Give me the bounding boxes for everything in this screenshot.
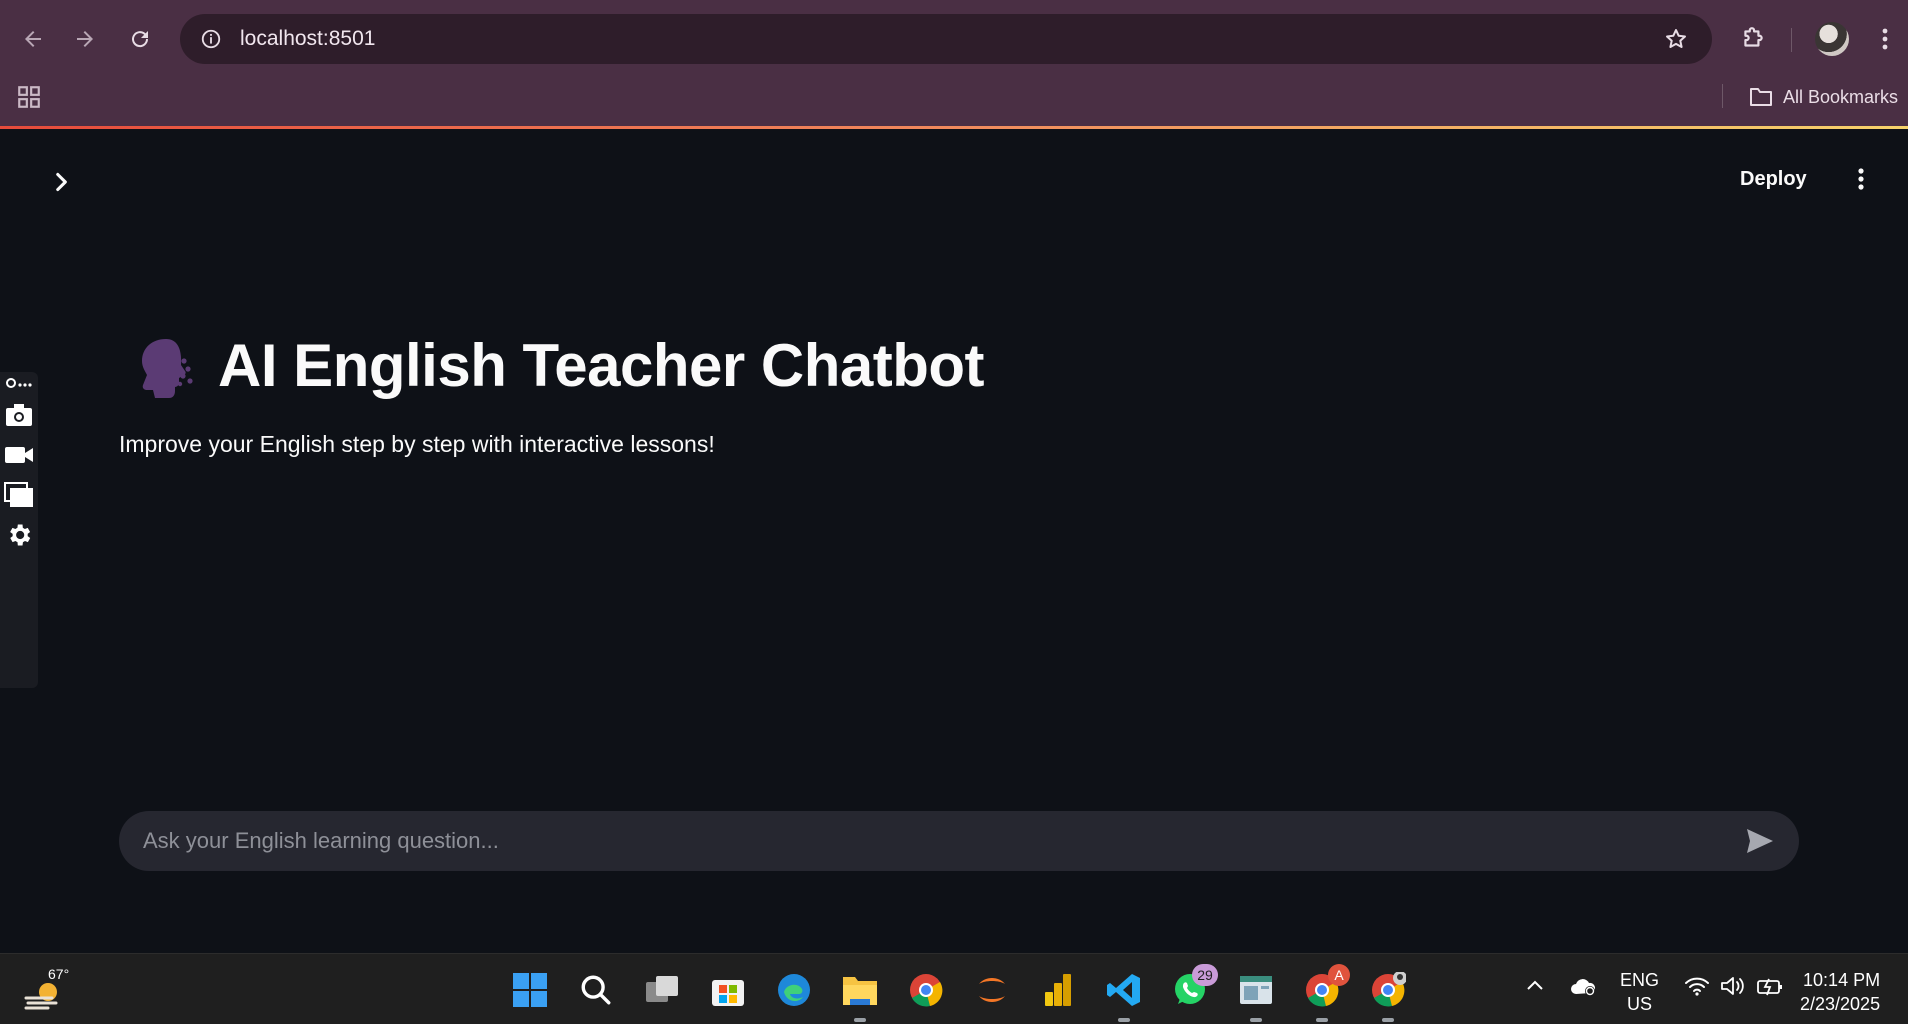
reload-icon bbox=[132, 31, 149, 48]
deploy-button[interactable]: Deploy bbox=[1740, 161, 1807, 197]
wifi-icon bbox=[1685, 977, 1709, 996]
chrome-profile-a-button[interactable]: A bbox=[1300, 964, 1350, 1022]
profile-avatar[interactable] bbox=[1815, 22, 1849, 56]
language-code: ENG bbox=[1620, 970, 1660, 990]
start-button[interactable] bbox=[508, 968, 552, 1012]
browser-menu-button[interactable] bbox=[1866, 20, 1904, 58]
all-bookmarks-button[interactable]: All Bookmarks bbox=[1749, 82, 1898, 112]
system-clock[interactable]: 10:14 PM 2/23/2025 bbox=[1800, 968, 1880, 1016]
all-bookmarks-label: All Bookmarks bbox=[1782, 86, 1898, 107]
volume-button[interactable] bbox=[1720, 976, 1746, 1001]
vscode-button[interactable] bbox=[1102, 968, 1146, 1022]
send-button[interactable] bbox=[1745, 827, 1775, 855]
windows-logo-icon bbox=[513, 973, 547, 1007]
send-icon bbox=[1747, 829, 1773, 853]
address-bar[interactable]: localhost:8501 bbox=[180, 14, 1712, 64]
battery-charging-icon bbox=[1757, 978, 1782, 996]
streamlit-app: Deploy AI English Teacher Chatbot Improv… bbox=[0, 129, 1908, 953]
weather-icon bbox=[24, 983, 58, 1010]
back-button[interactable] bbox=[14, 20, 52, 58]
show-hidden-icons-button[interactable] bbox=[1526, 976, 1544, 997]
chat-input[interactable] bbox=[143, 828, 1703, 854]
jupyter-icon bbox=[979, 978, 1005, 1002]
sidebar-expand-button[interactable] bbox=[48, 169, 74, 195]
forward-arrow-icon bbox=[77, 31, 93, 47]
chrome-icon bbox=[910, 974, 943, 1007]
power-bi-button[interactable] bbox=[1036, 968, 1080, 1012]
chevron-right-icon bbox=[56, 172, 67, 192]
running-indicator bbox=[854, 1018, 866, 1022]
clock-time: 10:14 PM bbox=[1803, 970, 1881, 990]
chrome-button[interactable] bbox=[904, 968, 948, 1012]
edge-icon bbox=[778, 974, 810, 1006]
search-button[interactable] bbox=[574, 968, 618, 1012]
window-app-icon bbox=[1240, 976, 1272, 1004]
microsoft-store-button[interactable] bbox=[706, 968, 750, 1012]
search-icon bbox=[581, 975, 611, 1005]
app-window-button[interactable] bbox=[1234, 968, 1278, 1022]
notification-badge: 29 bbox=[1192, 964, 1218, 986]
battery-button[interactable] bbox=[1756, 976, 1784, 1001]
store-icon bbox=[712, 980, 744, 1006]
chat-input-container bbox=[119, 811, 1799, 871]
apps-grid-icon[interactable] bbox=[16, 84, 42, 110]
task-view-icon bbox=[646, 976, 678, 1002]
bookmarks-divider bbox=[1722, 84, 1723, 108]
kebab-menu-icon bbox=[1858, 168, 1864, 190]
chrome-icon bbox=[1372, 972, 1406, 1007]
weather-widget[interactable]: 67° bbox=[24, 966, 84, 1016]
camera-icon[interactable] bbox=[4, 400, 34, 430]
bookmarks-bar bbox=[0, 78, 1908, 126]
window-capture-icon[interactable] bbox=[4, 480, 34, 510]
page-title: AI English Teacher Chatbot bbox=[218, 331, 984, 399]
page-subtitle: Improve your English step by step with i… bbox=[119, 431, 715, 457]
power-bi-icon bbox=[1045, 974, 1071, 1006]
url-text[interactable]: localhost:8501 bbox=[240, 27, 375, 51]
whatsapp-button[interactable]: 29 bbox=[1168, 964, 1218, 1012]
screen-recorder-widget bbox=[0, 372, 38, 688]
bookmark-star-icon[interactable] bbox=[1664, 27, 1688, 56]
video-camera-icon[interactable] bbox=[4, 440, 34, 470]
task-view-button[interactable] bbox=[640, 968, 684, 1012]
folder-icon bbox=[1749, 88, 1772, 106]
browser-toolbar: localhost:8501 bbox=[0, 0, 1908, 78]
vscode-icon bbox=[1107, 974, 1140, 1006]
windows-taskbar: 67° 29 A ENG US 10:14 PM 2/23/2025 bbox=[0, 953, 1908, 1024]
file-explorer-button[interactable] bbox=[838, 968, 882, 1022]
site-info-icon[interactable] bbox=[194, 22, 228, 56]
puzzle-icon bbox=[1744, 27, 1763, 47]
back-arrow-icon bbox=[25, 31, 41, 47]
reload-button[interactable] bbox=[121, 20, 159, 58]
running-indicator bbox=[1316, 1018, 1328, 1022]
onedrive-button[interactable] bbox=[1570, 976, 1598, 1003]
extensions-button[interactable] bbox=[1734, 20, 1772, 58]
kebab-menu-icon bbox=[1882, 28, 1888, 50]
weather-temperature: 67° bbox=[48, 966, 70, 982]
app-menu-button[interactable] bbox=[1848, 161, 1874, 197]
profile-badge: A bbox=[1328, 964, 1350, 986]
language-indicator[interactable]: ENG US bbox=[1620, 968, 1659, 1016]
edge-button[interactable] bbox=[772, 968, 816, 1012]
toolbar-divider bbox=[1791, 28, 1792, 52]
network-button[interactable] bbox=[1684, 976, 1710, 1001]
chevron-up-icon bbox=[1527, 980, 1543, 990]
browser-chrome: localhost:8501 All Bookmarks bbox=[0, 0, 1908, 129]
chrome-profile-photo-button[interactable] bbox=[1366, 968, 1410, 1022]
running-indicator bbox=[1382, 1018, 1394, 1022]
running-indicator bbox=[1118, 1018, 1130, 1022]
link-more-icon[interactable] bbox=[4, 372, 34, 394]
jupyter-button[interactable] bbox=[970, 968, 1014, 1012]
forward-button[interactable] bbox=[66, 20, 104, 58]
settings-gear-icon[interactable] bbox=[4, 520, 34, 550]
running-indicator bbox=[1250, 1018, 1262, 1022]
speaker-icon bbox=[1721, 977, 1744, 995]
speaking-head-icon bbox=[142, 339, 193, 398]
page-header: AI English Teacher Chatbot bbox=[128, 329, 984, 401]
folder-icon bbox=[843, 977, 877, 1005]
region-code: US bbox=[1627, 994, 1653, 1014]
clock-date: 2/23/2025 bbox=[1800, 994, 1881, 1014]
cloud-icon bbox=[1571, 979, 1596, 996]
